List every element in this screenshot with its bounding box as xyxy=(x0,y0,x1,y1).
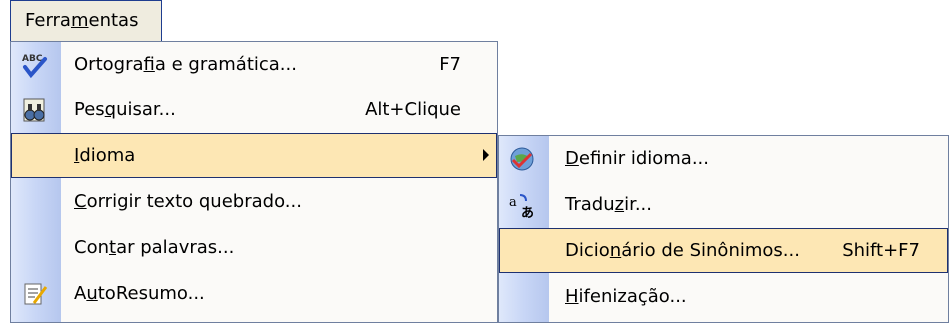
autosummarize-icon xyxy=(24,283,48,305)
svg-text:あ: あ xyxy=(521,206,534,220)
submenu-item-label: Definir idioma... xyxy=(565,148,709,169)
submenu-item-label: Dicionário de Sinônimos... xyxy=(565,240,800,261)
menu-item-label: Idioma xyxy=(74,145,136,166)
translate-icon: a あ xyxy=(509,194,534,220)
tools-dropdown-menu: ABC Ortografia e gramática... F7 Pesquis… xyxy=(10,41,498,323)
menu-item-shortcut: Alt+Clique xyxy=(365,99,461,120)
spelling-abc-icon: ABC xyxy=(22,54,47,79)
menu-item-fix-broken-text[interactable]: Corrigir texto quebrado... xyxy=(11,179,497,224)
submenu-item-translate[interactable]: a あ Traduzir... xyxy=(499,182,948,227)
menu-item-research[interactable]: Pesquisar... Alt+Clique xyxy=(11,87,497,132)
submenu-item-label: Hifenização... xyxy=(565,286,687,307)
submenu-item-hyphenation[interactable]: Hifenização... xyxy=(499,274,948,319)
menu-item-label: Pesquisar... xyxy=(74,99,176,120)
svg-text:a: a xyxy=(509,195,517,210)
submenu-item-set-language[interactable]: Definir idioma... xyxy=(499,136,948,181)
menu-tools-label: Ferramentas xyxy=(25,10,139,31)
menu-item-language[interactable]: Idioma xyxy=(11,133,497,178)
menu-item-autosummarize[interactable]: AutoResumo... xyxy=(11,271,497,316)
submenu-item-thesaurus[interactable]: Dicionário de Sinônimos... Shift+F7 xyxy=(499,228,948,273)
menu-tools[interactable]: Ferramentas xyxy=(10,0,162,42)
research-binoculars-icon xyxy=(23,98,45,122)
submenu-item-shortcut: Shift+F7 xyxy=(842,240,920,261)
menu-item-label: Corrigir texto quebrado... xyxy=(74,191,302,212)
menu-item-shortcut: F7 xyxy=(439,54,461,75)
menu-item-label: Contar palavras... xyxy=(74,237,235,258)
submenu-item-label: Traduzir... xyxy=(565,194,652,215)
menu-item-word-count[interactable]: Contar palavras... xyxy=(11,225,497,270)
menu-item-spelling[interactable]: ABC Ortografia e gramática... F7 xyxy=(11,42,497,87)
menu-item-label: Ortografia e gramática... xyxy=(74,54,297,75)
globe-check-icon xyxy=(510,147,534,171)
submenu-arrow-icon xyxy=(483,149,489,161)
menu-item-label: AutoResumo... xyxy=(74,283,205,304)
language-submenu: Definir idioma... a あ Traduzir... Dicion… xyxy=(498,135,949,323)
